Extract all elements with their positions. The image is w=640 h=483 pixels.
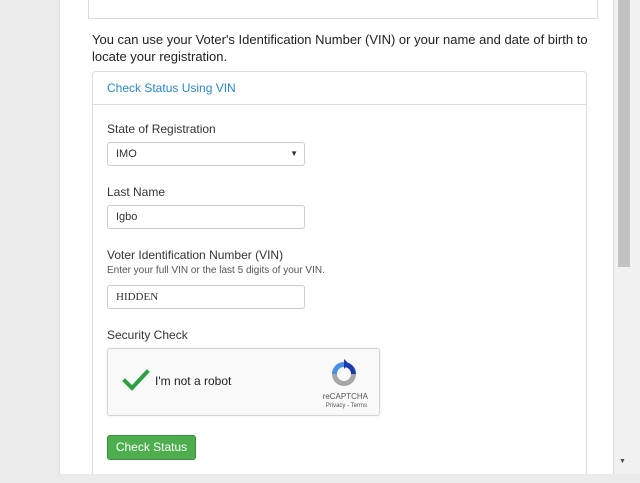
recaptcha-links[interactable]: Privacy - Terms <box>326 403 367 409</box>
recaptcha-checkbox[interactable] <box>122 367 150 395</box>
scroll-down-icon[interactable]: ▼ <box>619 458 626 465</box>
chevron-down-icon: ▼ <box>290 149 298 158</box>
state-select[interactable]: IMO ▼ <box>107 142 305 166</box>
vin-input[interactable]: HIDDEN <box>107 285 305 309</box>
check-status-button[interactable]: Check Status <box>107 435 196 460</box>
state-select-value: IMO <box>116 148 137 160</box>
scrollbar-thumb[interactable] <box>618 0 630 267</box>
recaptcha-label: I'm not a robot <box>155 374 232 388</box>
recaptcha-widget: I'm not a robot reCAPTCHA Privacy - Term… <box>107 348 380 416</box>
security-label: Security Check <box>107 328 188 342</box>
panel-title: Check Status Using VIN <box>93 72 586 105</box>
vin-label: Voter Identification Number (VIN) <box>107 248 284 262</box>
intro-text: You can use your Voter's Identification … <box>92 32 588 64</box>
recaptcha-logo-icon <box>332 359 356 386</box>
bottom-edge <box>0 474 640 483</box>
top-divider <box>88 0 598 19</box>
lastname-input[interactable]: Igbo <box>107 205 305 229</box>
lastname-label: Last Name <box>107 185 166 199</box>
recaptcha-brand: reCAPTCHA <box>322 392 368 401</box>
vin-help-text: Enter your full VIN or the last 5 digits… <box>107 265 325 276</box>
state-label: State of Registration <box>107 122 216 136</box>
